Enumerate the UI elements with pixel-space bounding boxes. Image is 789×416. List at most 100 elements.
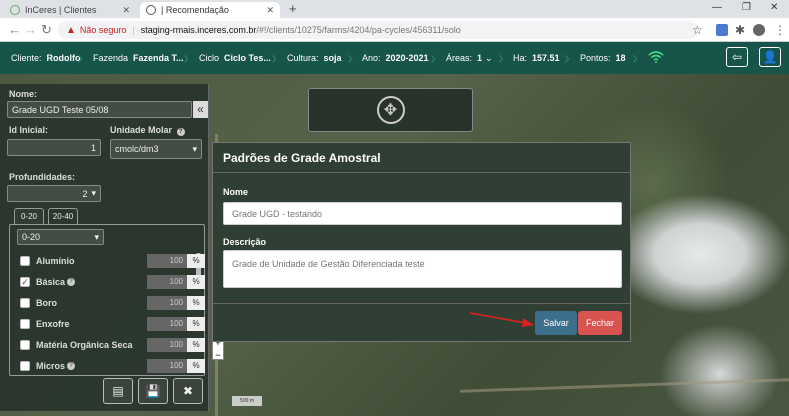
header-ha: Ha: 157.51 xyxy=(513,53,560,63)
header-fazenda[interactable]: Fazenda Fazenda T... xyxy=(93,42,184,74)
tab-depth-20-40[interactable]: 20-40 xyxy=(48,208,78,224)
map-road xyxy=(460,378,789,393)
checkbox[interactable] xyxy=(20,256,30,266)
maximize-icon[interactable]: ❐ xyxy=(742,2,751,13)
globe-icon xyxy=(146,5,156,15)
nome-input[interactable]: Grade UGD Teste 05/08 xyxy=(7,101,192,118)
app-header: Cliente: Rodolfo › Fazenda Fazenda T... › … xyxy=(0,42,789,74)
nutrient-label: Básica xyxy=(36,277,66,287)
nutrient-label: Enxofre xyxy=(36,319,70,329)
clear-button[interactable]: ✖ xyxy=(173,378,203,404)
header-ano[interactable]: Ano: 2020-2021 xyxy=(362,42,429,74)
grid-config-panel: Nome: Grade UGD Teste 05/08 « Id Inicial… xyxy=(0,84,209,411)
chevron-down-icon: ▾ xyxy=(91,188,96,198)
book-button[interactable]: ▤ xyxy=(103,378,133,404)
chevron-right-icon: › xyxy=(183,47,189,68)
divider: | xyxy=(132,25,135,35)
nutrient-row-materia-organica: Matéria Orgânica Seca 100% xyxy=(20,335,210,355)
zoom-out-icon[interactable]: − xyxy=(213,349,223,361)
close-icon: ✖ xyxy=(182,384,194,398)
user-button[interactable]: 👤 xyxy=(759,47,781,67)
extensions-puzzle-icon[interactable]: ✱ xyxy=(735,23,745,37)
back-arrow-icon[interactable]: ← xyxy=(8,22,21,37)
url-bar[interactable]: ▲ Não seguro | staging-rmais.inceres.com… xyxy=(58,21,698,39)
translate-extension-icon[interactable] xyxy=(716,24,728,36)
nutrient-row-micros: Micros? 100% xyxy=(20,356,210,376)
modal-descricao-textarea[interactable] xyxy=(223,250,622,288)
collapse-panel-icon[interactable]: « xyxy=(193,101,208,118)
chevron-right-icon: › xyxy=(77,47,83,68)
move-arrows-icon[interactable]: ✥ xyxy=(376,96,405,124)
percent-input[interactable]: 100% xyxy=(147,338,205,352)
nutrient-row-enxofre: Enxofre 100% xyxy=(20,314,210,334)
chevron-down-icon: ⌄ xyxy=(485,52,493,63)
id-inicial-input[interactable]: 1 xyxy=(7,139,101,156)
nutrient-row-boro: Boro 100% xyxy=(20,293,210,313)
unidade-molar-select[interactable]: cmolc/dm3 ▾ xyxy=(110,139,202,159)
checkbox[interactable] xyxy=(20,361,30,371)
modal-nome-input[interactable] xyxy=(223,202,622,225)
chevron-right-icon: › xyxy=(632,47,638,68)
percent-input[interactable]: 100% xyxy=(147,359,205,373)
tab-depth-0-20[interactable]: 0-20 xyxy=(14,208,44,224)
chevron-right-icon: › xyxy=(430,47,436,68)
map-scale: 500 m xyxy=(232,396,262,406)
red-arrow-annotation xyxy=(469,312,534,327)
tab-recomendacao[interactable]: | Recomendação ✕ xyxy=(140,2,280,18)
profundidades-value: 2 xyxy=(82,188,88,199)
help-icon[interactable]: ? xyxy=(67,362,76,370)
save-disk-button[interactable]: 💾 xyxy=(138,378,168,404)
percent-input[interactable]: 100% xyxy=(147,296,205,310)
nutrient-row-basica: ✓ Básica? 100% xyxy=(20,272,210,292)
window-close-icon[interactable]: ✕ xyxy=(770,2,778,13)
reload-icon[interactable]: ↻ xyxy=(41,22,52,38)
save-button[interactable]: Salvar xyxy=(535,311,577,335)
help-icon[interactable]: ? xyxy=(176,128,185,136)
forward-arrow-icon[interactable]: → xyxy=(24,22,37,37)
more-menu-icon[interactable]: ⋮ xyxy=(774,23,786,37)
nutrient-row-aluminio: Alumínio 100% xyxy=(20,251,210,271)
book-icon: ▤ xyxy=(112,384,124,398)
nutrient-label: Matéria Orgânica Seca xyxy=(36,340,133,350)
tab-clientes[interactable]: InCeres | Clientes ✕ xyxy=(4,2,136,18)
modal-nome-label: Nome xyxy=(223,187,249,197)
header-cultura[interactable]: Cultura: soja xyxy=(287,42,342,74)
chevron-right-icon: › xyxy=(347,47,353,68)
depth-select-value: 0-20 xyxy=(22,232,41,242)
tab-title: InCeres | Clientes xyxy=(25,5,97,15)
new-tab-button[interactable]: + xyxy=(289,1,297,16)
checkbox[interactable] xyxy=(20,319,30,329)
address-bar-row: ← → ↻ ▲ Não seguro | staging-rmais.incer… xyxy=(0,18,789,42)
nutrient-label: Micros xyxy=(36,361,66,371)
header-ciclo[interactable]: Ciclo Ciclo Tes... xyxy=(199,42,271,74)
grid-pattern-modal: Padrões de Grade Amostral Nome Descrição… xyxy=(212,142,632,343)
header-cliente[interactable]: Cliente: Rodolfo xyxy=(11,42,81,74)
nutrient-label: Alumínio xyxy=(36,256,75,266)
chevron-down-icon: ▾ xyxy=(192,143,197,154)
close-icon[interactable]: ✕ xyxy=(266,5,274,16)
security-label: Não seguro xyxy=(79,25,127,35)
profile-avatar-icon[interactable] xyxy=(753,24,765,36)
back-button[interactable]: ⇦ xyxy=(726,47,748,67)
percent-input[interactable]: 100% xyxy=(147,254,205,268)
checkbox[interactable] xyxy=(20,298,30,308)
url-host: staging-rmais.inceres.com.br xyxy=(140,25,257,35)
close-button[interactable]: Fechar xyxy=(578,311,622,335)
star-icon[interactable]: ☆ xyxy=(692,23,703,37)
percent-input[interactable]: 100% xyxy=(147,317,205,331)
checkbox-checked[interactable]: ✓ xyxy=(20,277,30,287)
depth-tab-content: 0-20 ▾ Alumínio 100% ✓ Básica? 100% Boro … xyxy=(9,224,205,376)
header-areas[interactable]: Áreas: 1 ⌄ xyxy=(446,42,493,74)
chevron-down-icon: ▾ xyxy=(94,231,99,242)
chevron-right-icon: › xyxy=(564,47,570,68)
percent-input[interactable]: 100% xyxy=(147,275,205,289)
depth-select[interactable]: 0-20 ▾ xyxy=(17,229,104,245)
help-icon[interactable]: ? xyxy=(67,278,76,286)
nutrient-label: Boro xyxy=(36,298,57,308)
close-icon[interactable]: ✕ xyxy=(122,5,130,16)
checkbox[interactable] xyxy=(20,340,30,350)
minimize-icon[interactable]: — xyxy=(712,2,722,13)
modal-footer: Salvar Fechar xyxy=(213,303,632,343)
profundidades-select[interactable]: 2 ▾ xyxy=(7,185,101,202)
inceres-favicon-icon xyxy=(10,5,20,15)
